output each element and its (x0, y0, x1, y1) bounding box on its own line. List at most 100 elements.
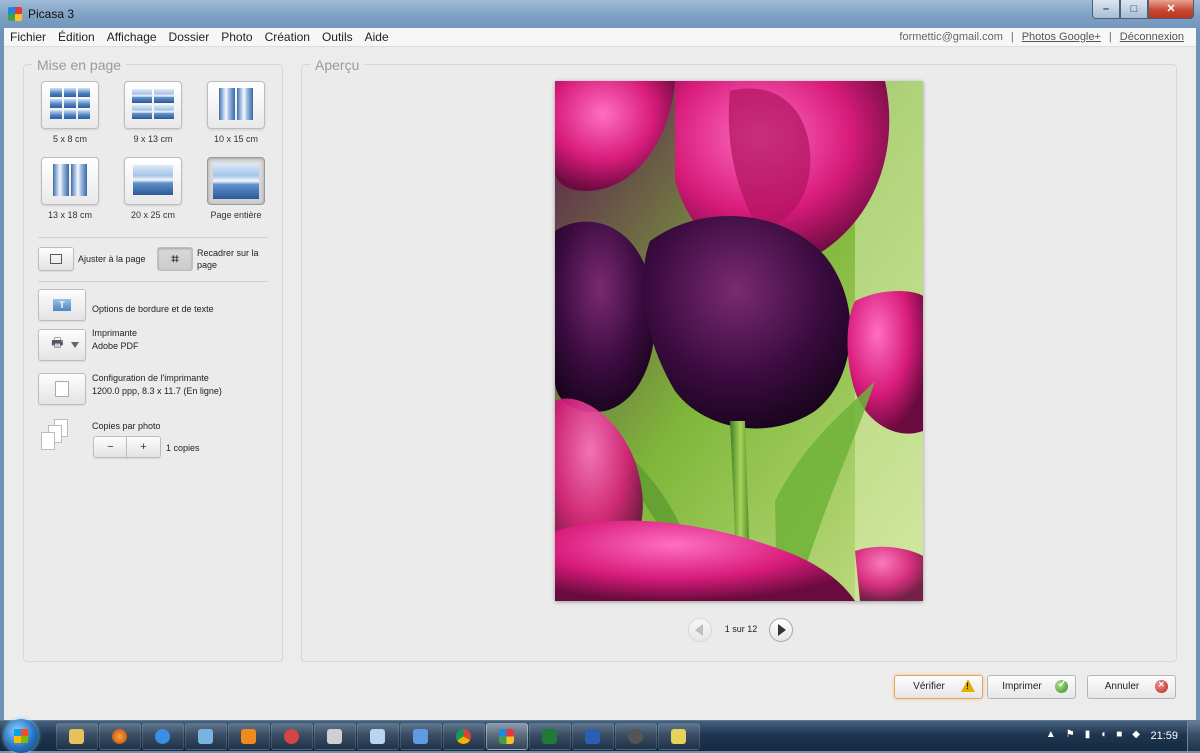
text-box-icon: T (53, 299, 71, 311)
page-navigator: 1 sur 12 (688, 618, 793, 644)
taskbar-app-4[interactable] (185, 723, 227, 750)
taskbar-excel[interactable] (529, 723, 571, 750)
verify-button[interactable]: Vérifier (894, 675, 983, 699)
size-label: 20 x 25 cm (130, 210, 176, 220)
printer-label: Imprimante (92, 328, 138, 338)
google-photos-link[interactable]: Photos Google+ (1022, 31, 1101, 43)
previous-page-button[interactable] (688, 618, 712, 642)
taskbar-app-15[interactable] (658, 723, 700, 750)
plus-icon: + (140, 441, 147, 453)
dropbox-icon[interactable]: ◆ (1132, 729, 1140, 740)
border-text-options-label: Options de bordure et de texte (92, 304, 214, 314)
cancel-label: Annuler (1104, 681, 1140, 692)
menu-create[interactable]: Création (265, 30, 310, 44)
taskbar-explorer[interactable] (56, 723, 98, 750)
menu-folder[interactable]: Dossier (169, 30, 210, 44)
menu-file[interactable]: Fichier (10, 30, 46, 44)
start-button[interactable] (4, 719, 38, 753)
border-text-options-button[interactable]: T (38, 289, 86, 321)
fit-to-page-button[interactable] (38, 247, 74, 271)
maximize-button[interactable]: □ (1120, 0, 1148, 19)
firefox-icon (112, 729, 127, 744)
printer-config-value: 1200.0 ppp, 8.3 x 11.7 (En ligne) (92, 386, 222, 396)
taskbar-app-7[interactable] (314, 723, 356, 750)
single-photo-layout-icon (124, 157, 182, 205)
divider (38, 237, 268, 238)
network-signal-icon[interactable]: ▮ (1085, 729, 1091, 740)
fit-page-icon (50, 254, 62, 264)
taskbar-ie[interactable] (142, 723, 184, 750)
show-desktop-button[interactable] (1187, 721, 1200, 751)
printer-value: Adobe PDF (92, 341, 139, 351)
menu-bar: Fichier Édition Affichage Dossier Photo … (4, 28, 1196, 47)
size-5x8-option[interactable]: 5 x 8 cm (39, 81, 101, 144)
size-13x18-option[interactable]: 13 x 18 cm (39, 157, 101, 220)
window-icon (198, 729, 213, 744)
size-label: 13 x 18 cm (47, 210, 93, 220)
print-button[interactable]: Imprimer (987, 675, 1076, 699)
size-full-page-option[interactable]: Page entière (205, 157, 267, 220)
menu-tools[interactable]: Outils (322, 30, 353, 44)
tulips-photo (555, 81, 923, 601)
divider (38, 281, 268, 282)
taskbar-picasa[interactable] (486, 723, 528, 750)
printer-config-button[interactable] (38, 373, 86, 405)
window-controls: – □ ✕ (1092, 0, 1194, 20)
action-center-flag-icon[interactable]: ⚑ (1066, 729, 1075, 740)
crop-to-page-button[interactable]: ⌗ (157, 247, 193, 271)
minimize-button[interactable]: – (1092, 0, 1120, 19)
taskbar-app-9[interactable] (400, 723, 442, 750)
printer-icon: 🖶 (51, 335, 64, 350)
copies-stack-icon (38, 419, 78, 453)
full-page-layout-icon (207, 157, 265, 205)
taskbar-clock[interactable]: 21:59 (1150, 730, 1178, 742)
taskbar-firefox[interactable] (99, 723, 141, 750)
menu-help[interactable]: Aide (365, 30, 389, 44)
crop-icon: ⌗ (171, 251, 179, 266)
crop-to-page-label: Recadrer sur la page (197, 248, 259, 270)
taskbar-app-6[interactable] (271, 723, 313, 750)
menu-edit[interactable]: Édition (58, 30, 95, 44)
taskbar-app-14[interactable] (615, 723, 657, 750)
chrome-icon (456, 729, 471, 744)
menu-photo[interactable]: Photo (221, 30, 252, 44)
page-indicator: 1 sur 12 (724, 624, 758, 634)
arrow-left-icon (695, 624, 703, 636)
size-10x15-option[interactable]: 10 x 15 cm (205, 81, 267, 144)
copies-increase-button[interactable]: + (126, 436, 161, 458)
size-9x13-option[interactable]: 9 x 13 cm (122, 81, 184, 144)
system-tray: ▲ ⚑ ▮ ◖ ■ ◆ (1046, 729, 1140, 740)
preview-panel: Aperçu 1 sur 12 (301, 57, 1177, 662)
cancel-button[interactable]: Annuler (1087, 675, 1176, 699)
minus-icon: − (107, 441, 114, 453)
verify-label: Vérifier (913, 681, 945, 692)
layout-panel: Mise en page 5 x 8 cm 9 x 13 cm 10 x 15 … (23, 57, 283, 662)
fit-to-page-label: Ajuster à la page (78, 254, 146, 264)
printer-select-button[interactable]: 🖶 (38, 329, 86, 361)
check-icon (1055, 679, 1068, 693)
taskbar-app-8[interactable] (357, 723, 399, 750)
windows-taskbar: ▲ ⚑ ▮ ◖ ■ ◆ 21:59 (0, 719, 1200, 753)
chat-icon (671, 729, 686, 744)
four-photo-layout-icon (124, 81, 182, 129)
menu-view[interactable]: Affichage (107, 30, 157, 44)
size-20x25-option[interactable]: 20 x 25 cm (122, 157, 184, 220)
taskbar-chrome[interactable] (443, 723, 485, 750)
window-title: Picasa 3 (28, 7, 75, 21)
taskbar-media[interactable] (228, 723, 270, 750)
copies-decrease-button[interactable]: − (93, 436, 128, 458)
paint-icon (327, 729, 342, 744)
volume-icon[interactable]: ◖ (1100, 729, 1106, 740)
show-hidden-icons[interactable]: ▲ (1046, 729, 1056, 740)
internet-explorer-icon (155, 729, 170, 744)
logout-link[interactable]: Déconnexion (1120, 31, 1184, 43)
close-window-button[interactable]: ✕ (1148, 0, 1194, 19)
grid-layout-icon (41, 81, 99, 129)
taskbar-word[interactable] (572, 723, 614, 750)
word-icon (585, 729, 600, 744)
copies-value: 1 copies (166, 443, 200, 453)
device-icon[interactable]: ■ (1116, 729, 1122, 740)
print-preview-image (555, 81, 923, 601)
picasa-print-window: Fichier Édition Affichage Dossier Photo … (4, 28, 1196, 720)
next-page-button[interactable] (769, 618, 793, 642)
